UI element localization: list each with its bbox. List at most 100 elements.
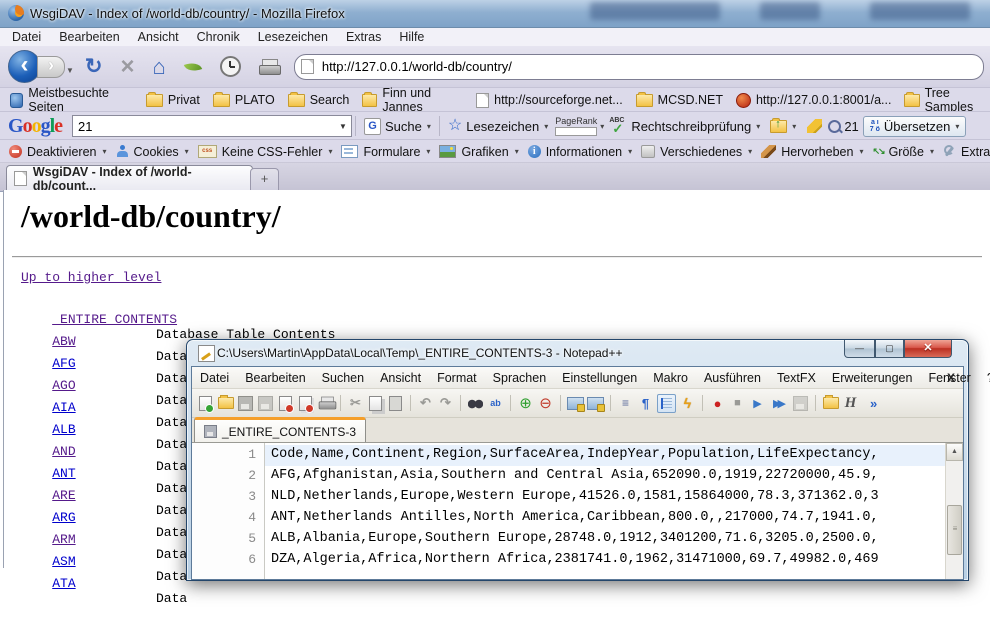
new-tab-button[interactable]: +	[250, 168, 279, 191]
bookmark-privat[interactable]: Privat	[142, 92, 204, 108]
npp-menu-bearbeiten[interactable]: Bearbeiten	[237, 369, 313, 387]
send-to-button[interactable]: ▾	[765, 118, 801, 135]
scrollbar-thumb[interactable]: ≡	[947, 505, 962, 555]
menu-ansicht[interactable]: Ansicht	[130, 29, 187, 45]
leaf-extension-icon[interactable]	[184, 59, 202, 74]
webdev-cookies[interactable]: Cookies▾	[113, 144, 192, 160]
spellcheck-button[interactable]: ABC✓ Rechtschreibprüfung ▾	[604, 116, 765, 136]
directory-link[interactable]: ATA	[52, 576, 75, 591]
undo-icon[interactable]: ↶	[417, 395, 434, 412]
menu-extras[interactable]: Extras	[338, 29, 389, 45]
document-tab[interactable]: _ENTIRE_CONTENTS-3	[194, 417, 366, 443]
npp-menu-makro[interactable]: Makro	[645, 369, 696, 387]
close-button[interactable]: ✕	[904, 340, 952, 358]
npp-menu-format[interactable]: Format	[429, 369, 485, 387]
cut-icon[interactable]: ✂	[347, 395, 364, 412]
scroll-up-button[interactable]: ▲	[946, 443, 963, 461]
webdev-grafiken[interactable]: Grafiken▾	[436, 144, 521, 160]
notepad-editor[interactable]: 1 2 3 4 5 6 Code,Name,Continent,Region,S…	[192, 442, 963, 579]
npp-menu-ausfuehren[interactable]: Ausführen	[696, 369, 769, 387]
show-all-chars-icon[interactable]: ¶	[637, 395, 654, 412]
bookmark-search[interactable]: Search	[284, 92, 354, 108]
menu-hilfe[interactable]: Hilfe	[391, 29, 432, 45]
find-icon[interactable]	[467, 395, 484, 412]
home-icon[interactable]: ⌂	[153, 52, 166, 82]
tab-active[interactable]: WsgiDAV - Index of /world-db/count...	[6, 165, 253, 191]
url-input[interactable]	[320, 58, 983, 75]
close-all-icon[interactable]	[297, 395, 314, 412]
print-icon[interactable]	[259, 59, 281, 75]
maximize-button[interactable]: ▢	[875, 340, 904, 358]
google-search-box[interactable]: ▼	[72, 115, 352, 137]
zoom-in-icon[interactable]: ⊕	[517, 395, 534, 412]
macro-record-icon[interactable]: ●	[709, 395, 726, 412]
webdev-verschiedenes[interactable]: Verschiedenes▾	[638, 144, 755, 160]
zoom-out-icon[interactable]: ⊖	[537, 395, 554, 412]
menu-datei[interactable]: Datei	[4, 29, 49, 45]
search-dropdown-icon[interactable]: ▼	[335, 116, 351, 136]
save-session-icon[interactable]	[587, 395, 604, 412]
translate-button[interactable]: a ı 7 ö Übersetzen ▾	[863, 116, 967, 137]
npp-menu-erweiterungen[interactable]: Erweiterungen	[824, 369, 921, 387]
google-lesezeichen-button[interactable]: ☆ Lesezeichen ▾	[443, 117, 553, 136]
replace-icon[interactable]: ab	[487, 395, 504, 412]
print-icon[interactable]	[317, 395, 334, 412]
restore-session-icon[interactable]	[567, 395, 584, 412]
highlighter-icon[interactable]	[807, 119, 822, 133]
up-to-higher-level-link[interactable]: Up to higher level	[21, 270, 161, 285]
pagerank-widget[interactable]: PageRank	[555, 117, 597, 136]
npp-menu-sprachen[interactable]: Sprachen	[485, 369, 555, 387]
npp-menu-textfx[interactable]: TextFX	[769, 369, 824, 387]
webdev-deaktivieren[interactable]: Deaktivieren▾	[6, 144, 110, 160]
redo-icon[interactable]: ↷	[437, 395, 454, 412]
save-copy-icon[interactable]	[257, 395, 274, 412]
indent-guide-icon[interactable]	[657, 394, 676, 413]
vertical-scrollbar[interactable]: ▲ ≡	[945, 443, 963, 579]
bookmark-plato[interactable]: PLATO	[209, 92, 279, 108]
npp-menu-datei[interactable]: Datei	[192, 369, 237, 387]
bookmark-sourceforge[interactable]: http://sourceforge.net...	[472, 92, 627, 109]
function-completion-icon[interactable]: ϟ	[679, 395, 696, 412]
macro-play-icon[interactable]: ▶	[749, 395, 766, 412]
stop-icon[interactable]: ×	[121, 52, 135, 82]
menu-bearbeiten[interactable]: Bearbeiten	[51, 29, 127, 45]
minimize-button[interactable]: —	[844, 340, 875, 358]
html-char-icon[interactable]: H	[842, 395, 859, 412]
bookmark-mcsd[interactable]: MCSD.NET	[632, 92, 727, 108]
reload-icon[interactable]: ↻	[85, 52, 103, 82]
save-icon[interactable]	[237, 395, 254, 412]
webdev-css[interactable]: cssKeine CSS-Fehler▾	[195, 144, 336, 160]
google-suche-button[interactable]: G Suche ▾	[359, 116, 436, 137]
toolbar-overflow-icon[interactable]: »	[870, 396, 877, 411]
menu-chronik[interactable]: Chronik	[189, 29, 248, 45]
history-dropdown-icon[interactable]: ▼	[66, 66, 74, 75]
open-folder-icon[interactable]	[822, 395, 839, 412]
npp-menu-help[interactable]: ?	[979, 369, 990, 387]
copy-icon[interactable]	[367, 395, 384, 412]
webdev-hervorheben[interactable]: Hervorheben▾	[758, 144, 866, 160]
webdev-formulare[interactable]: Formulare▾	[338, 144, 433, 160]
forward-button[interactable]: ›	[37, 56, 65, 78]
npp-menu-suchen[interactable]: Suchen	[314, 369, 372, 387]
close-document-button[interactable]: X	[947, 371, 955, 385]
clock-extension-icon[interactable]	[220, 56, 241, 77]
webdev-informationen[interactable]: iInformationen▾	[525, 144, 635, 160]
close-file-icon[interactable]	[277, 395, 294, 412]
url-bar[interactable]	[294, 54, 984, 80]
word-find-button[interactable]: 21	[828, 119, 858, 134]
new-file-icon[interactable]	[197, 395, 214, 412]
menu-lesezeichen[interactable]: Lesezeichen	[250, 29, 336, 45]
open-file-icon[interactable]	[217, 395, 234, 412]
macro-save-icon[interactable]	[792, 395, 809, 412]
macro-run-multiple-icon[interactable]: ▶▶	[769, 395, 786, 412]
word-wrap-icon[interactable]: ≡	[617, 395, 634, 412]
npp-menu-ansicht[interactable]: Ansicht	[372, 369, 429, 387]
macro-stop-icon[interactable]: ■	[729, 395, 746, 412]
paste-icon[interactable]	[387, 395, 404, 412]
npp-menu-einstellungen[interactable]: Einstellungen	[554, 369, 645, 387]
google-search-input[interactable]	[73, 118, 335, 135]
webdev-extras[interactable]: Extras▾	[940, 144, 990, 160]
webdev-groesse[interactable]: ↖↘Größe▾	[869, 144, 937, 160]
bookmark-127001[interactable]: http://127.0.0.1:8001/a...	[732, 92, 896, 109]
text-area[interactable]: Code,Name,Continent,Region,SurfaceArea,I…	[265, 443, 945, 579]
